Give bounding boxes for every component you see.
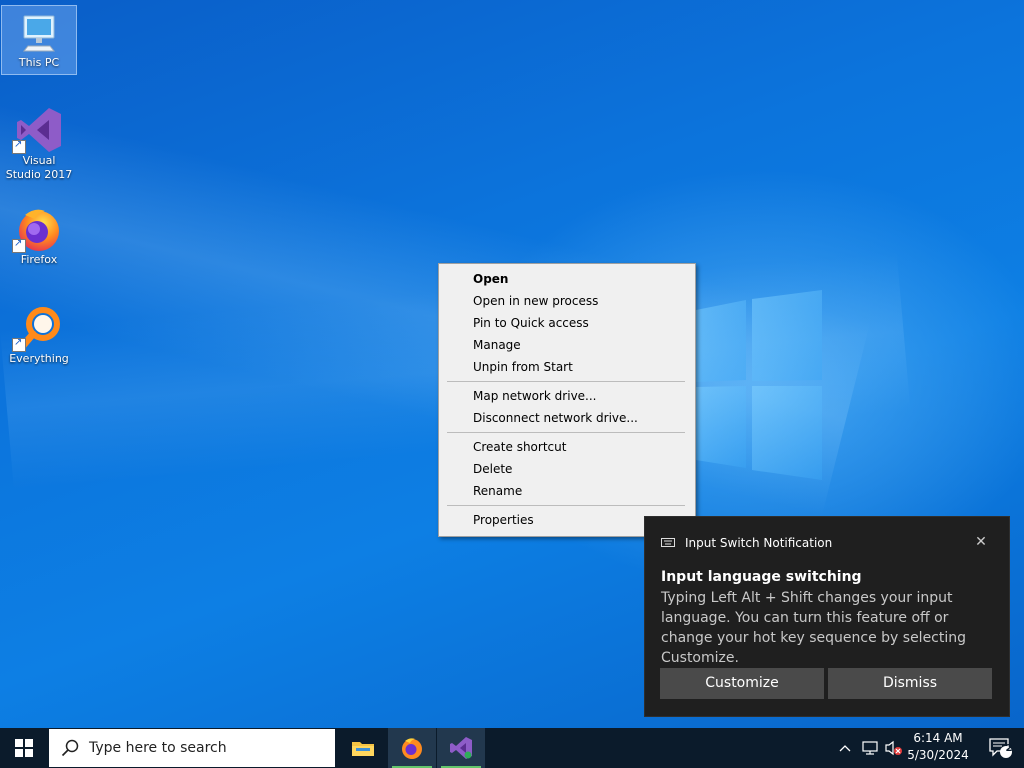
customize-button[interactable]: Customize xyxy=(660,668,824,699)
desktop-icon-this-pc[interactable]: This PC xyxy=(1,5,77,75)
menu-item-open-in-new-process[interactable]: Open in new process xyxy=(473,291,598,311)
menu-item-rename[interactable]: Rename xyxy=(473,481,522,501)
desktop-icon-label: Firefox xyxy=(20,253,58,266)
desktop-icon-firefox[interactable]: Firefox xyxy=(2,205,76,275)
show-hidden-icons-button[interactable] xyxy=(838,728,852,768)
taskbar-file-explorer[interactable] xyxy=(339,728,387,768)
menu-item-disconnect-network-drive[interactable]: Disconnect network drive... xyxy=(473,408,638,428)
taskbar-firefox[interactable] xyxy=(388,728,436,768)
taskbar-clock[interactable]: 6:14 AM 5/30/2024 xyxy=(902,730,974,764)
taskbar: Type here to search 6:14 AM 5/30/2024 2 xyxy=(0,728,1024,768)
firefox-icon xyxy=(402,738,422,759)
desktop-icon-label: This PC xyxy=(18,56,60,69)
search-icon xyxy=(61,739,79,757)
search-placeholder: Type here to search xyxy=(89,740,227,756)
network-icon xyxy=(862,741,878,755)
clock-time: 6:14 AM xyxy=(913,731,963,745)
windows-start-icon xyxy=(15,739,33,757)
notification-header: Input Switch Notification xyxy=(661,536,832,550)
close-icon[interactable]: ✕ xyxy=(973,534,989,550)
computer-icon xyxy=(22,15,56,52)
menu-item-map-network-drive[interactable]: Map network drive... xyxy=(473,386,597,406)
notification-title: Input language switching xyxy=(661,569,862,585)
network-tray-icon[interactable] xyxy=(861,728,881,768)
menu-item-pin-to-quick-access[interactable]: Pin to Quick access xyxy=(473,313,589,333)
desktop-icon-visual-studio[interactable]: Visual Studio 2017 xyxy=(2,106,76,190)
dismiss-button[interactable]: Dismiss xyxy=(828,668,992,699)
notification-body: Typing Left Alt + Shift changes your inp… xyxy=(661,590,967,666)
input-switch-notification: Input Switch Notification ✕ Input langua… xyxy=(644,516,1010,717)
menu-separator xyxy=(447,505,685,506)
shortcut-arrow-icon xyxy=(12,336,26,352)
desktop-icon-label: Everything xyxy=(9,352,69,365)
menu-item-delete[interactable]: Delete xyxy=(473,459,512,479)
taskbar-visual-studio[interactable] xyxy=(437,728,485,768)
menu-separator xyxy=(447,432,685,433)
shortcut-arrow-icon xyxy=(12,138,26,154)
menu-item-create-shortcut[interactable]: Create shortcut xyxy=(473,437,566,457)
speaker-muted-icon xyxy=(885,740,902,756)
file-explorer-icon xyxy=(352,742,374,756)
menu-separator xyxy=(447,381,685,382)
menu-item-unpin-from-start[interactable]: Unpin from Start xyxy=(473,357,573,377)
menu-item-properties[interactable]: Properties xyxy=(473,510,534,530)
keyboard-icon xyxy=(661,538,675,547)
chevron-up-icon xyxy=(839,745,851,752)
start-button[interactable] xyxy=(0,728,48,768)
notification-count-badge: 2 xyxy=(1005,743,1013,754)
desktop-icon-label: Visual Studio 2017 xyxy=(5,154,73,181)
windows-logo-wallpaper xyxy=(696,290,822,480)
volume-tray-icon[interactable] xyxy=(884,728,904,768)
taskbar-search-box[interactable]: Type here to search xyxy=(49,729,335,767)
shortcut-arrow-icon xyxy=(12,237,26,253)
menu-item-manage[interactable]: Manage xyxy=(473,335,521,355)
action-center-button[interactable]: 2 xyxy=(978,728,1022,768)
menu-item-open[interactable]: Open xyxy=(473,269,508,289)
context-menu: Open Open in new process Pin to Quick ac… xyxy=(438,263,696,537)
desktop-icon-everything[interactable]: Everything xyxy=(2,304,76,374)
clock-date: 5/30/2024 xyxy=(907,748,969,762)
visual-studio-icon xyxy=(450,737,472,759)
notification-app-name: Input Switch Notification xyxy=(685,536,833,550)
